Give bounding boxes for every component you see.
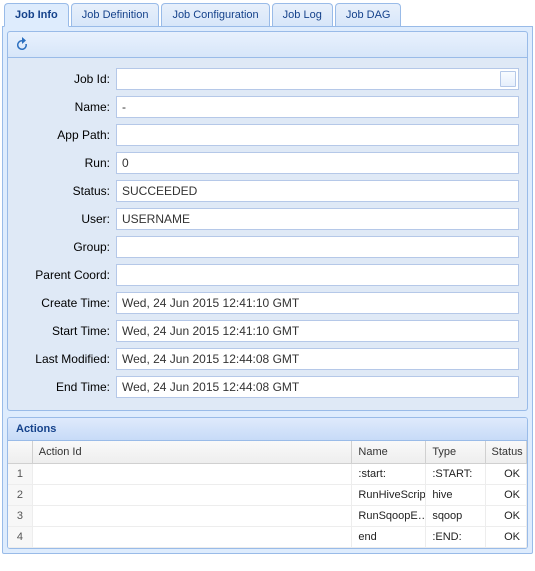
field-last-modified[interactable]: Wed, 24 Jun 2015 12:44:08 GMT [116,348,519,370]
trigger-icon[interactable] [500,71,516,87]
tab-job-log[interactable]: Job Log [272,3,333,26]
table-row[interactable]: 3 RunSqoopE… sqoop OK [8,506,527,527]
field-name[interactable]: - [116,96,519,118]
tab-label: Job Definition [82,9,149,21]
cell-action-id [33,506,353,526]
label-run: Run: [16,156,116,170]
cell-status: OK [486,464,528,484]
tab-job-dag[interactable]: Job DAG [335,3,402,26]
cell-name: :start: [352,464,426,484]
cell-rownum: 3 [8,506,33,526]
field-value: Wed, 24 Jun 2015 12:44:08 GMT [122,352,299,366]
tab-label: Job Info [15,9,58,21]
label-group: Group: [16,240,116,254]
col-name[interactable]: Name [352,441,426,463]
cell-name: RunHiveScript [352,485,426,505]
label-name: Name: [16,100,116,114]
field-run[interactable]: 0 [116,152,519,174]
field-value: USERNAME [122,212,190,226]
actions-grid-body: 1 :start: :START: OK 2 RunHiveScript hiv… [8,464,527,548]
table-row[interactable]: 2 RunHiveScript hive OK [8,485,527,506]
field-value: SUCCEEDED [122,184,197,198]
actions-grid: Action Id Name Type Status 1 :start: :ST… [8,441,527,548]
field-parent-coord[interactable] [116,264,519,286]
cell-action-id [33,485,353,505]
tab-label: Job DAG [346,9,391,21]
label-job-id: Job Id: [16,72,116,86]
col-type[interactable]: Type [426,441,485,463]
tab-job-info[interactable]: Job Info [4,3,69,27]
label-last-modified: Last Modified: [16,352,116,366]
field-status[interactable]: SUCCEEDED [116,180,519,202]
field-value: - [122,100,126,114]
tab-job-configuration[interactable]: Job Configuration [161,3,269,26]
tab-body: Job Id: Name: - App Path: Run: 0 [2,26,533,554]
label-user: User: [16,212,116,226]
cell-type: sqoop [426,506,485,526]
field-value: Wed, 24 Jun 2015 12:44:08 GMT [122,380,299,394]
col-status[interactable]: Status [486,441,528,463]
tab-job-definition[interactable]: Job Definition [71,3,160,26]
tab-label: Job Log [283,9,322,21]
col-rownum[interactable] [8,441,33,463]
cell-status: OK [486,485,528,505]
cell-type: :END: [426,527,485,547]
field-value: Wed, 24 Jun 2015 12:41:10 GMT [122,296,299,310]
field-value: 0 [122,156,129,170]
field-app-path[interactable] [116,124,519,146]
label-end-time: End Time: [16,380,116,394]
cell-status: OK [486,506,528,526]
cell-action-id [33,527,353,547]
tab-label: Job Configuration [172,9,258,21]
label-create-time: Create Time: [16,296,116,310]
cell-rownum: 2 [8,485,33,505]
field-create-time[interactable]: Wed, 24 Jun 2015 12:41:10 GMT [116,292,519,314]
field-start-time[interactable]: Wed, 24 Jun 2015 12:41:10 GMT [116,320,519,342]
actions-title: Actions [8,418,527,441]
cell-type: :START: [426,464,485,484]
label-status: Status: [16,184,116,198]
col-action-id[interactable]: Action Id [33,441,353,463]
field-value: Wed, 24 Jun 2015 12:41:10 GMT [122,324,299,338]
cell-type: hive [426,485,485,505]
field-user[interactable]: USERNAME [116,208,519,230]
table-row[interactable]: 1 :start: :START: OK [8,464,527,485]
field-end-time[interactable]: Wed, 24 Jun 2015 12:44:08 GMT [116,376,519,398]
field-job-id[interactable] [116,68,519,90]
table-row[interactable]: 4 end :END: OK [8,527,527,548]
actions-grid-header: Action Id Name Type Status [8,441,527,464]
tab-strip: Job Info Job Definition Job Configuratio… [0,1,535,26]
label-app-path: App Path: [16,128,116,142]
job-info-toolbar [8,32,527,58]
cell-rownum: 4 [8,527,33,547]
cell-action-id [33,464,353,484]
cell-name: end [352,527,426,547]
label-parent-coord: Parent Coord: [16,268,116,282]
actions-panel: Actions Action Id Name Type Status 1 :st… [7,417,528,549]
cell-name: RunSqoopE… [352,506,426,526]
cell-status: OK [486,527,528,547]
cell-rownum: 1 [8,464,33,484]
job-info-form: Job Id: Name: - App Path: Run: 0 [8,58,527,410]
field-group[interactable] [116,236,519,258]
refresh-icon[interactable] [14,37,30,53]
job-info-panel: Job Id: Name: - App Path: Run: 0 [7,31,528,411]
label-start-time: Start Time: [16,324,116,338]
